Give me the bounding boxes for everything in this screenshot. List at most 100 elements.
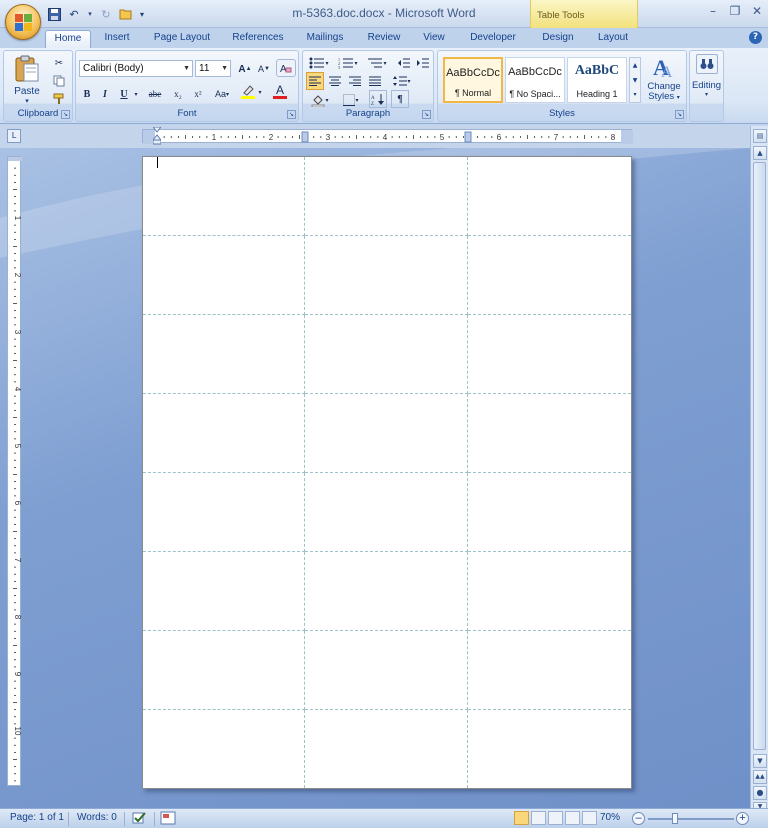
format-painter-icon[interactable] xyxy=(50,90,68,108)
table-cell[interactable] xyxy=(305,157,468,236)
proofing-icon[interactable] xyxy=(131,810,147,828)
copy-icon[interactable] xyxy=(50,72,68,90)
table-cell[interactable] xyxy=(143,236,305,315)
table-cell[interactable] xyxy=(143,710,305,788)
bullets-icon[interactable]: ▾ xyxy=(306,54,332,72)
shrink-font-button[interactable]: A ▼ xyxy=(255,60,273,78)
restore-icon[interactable]: ❐ xyxy=(728,4,742,18)
full-screen-reading-view-icon[interactable] xyxy=(531,811,546,825)
tab-developer[interactable]: Developer xyxy=(462,30,524,48)
table-cell[interactable] xyxy=(305,631,468,710)
clipboard-launcher-icon[interactable]: ↘ xyxy=(61,110,70,119)
vertical-ruler[interactable]: 1 2 3 4 5 6 7 8 9 10 xyxy=(7,156,22,786)
italic-button[interactable]: I xyxy=(97,85,113,103)
styles-launcher-icon[interactable]: ↘ xyxy=(675,110,684,119)
table-cell[interactable] xyxy=(305,394,468,473)
show-formatting-icon[interactable]: ¶ xyxy=(391,90,409,108)
increase-indent-icon[interactable] xyxy=(414,54,432,72)
table-cell[interactable] xyxy=(305,315,468,394)
macro-record-icon[interactable] xyxy=(160,811,176,828)
close-icon[interactable]: ✕ xyxy=(750,4,764,18)
numbering-icon[interactable]: 1 2 3 ▾ xyxy=(335,54,361,72)
table-cell[interactable] xyxy=(143,552,305,631)
print-layout-view-icon[interactable] xyxy=(514,811,529,825)
previous-page-icon[interactable]: ▲▲ xyxy=(753,770,767,784)
align-center-icon[interactable] xyxy=(326,72,344,90)
zoom-in-icon[interactable]: + xyxy=(736,812,749,825)
grow-font-button[interactable]: A ▲ xyxy=(236,60,254,78)
scroll-thumb[interactable] xyxy=(753,162,766,750)
page-count[interactable]: Page: 1 of 1 xyxy=(10,812,64,823)
scroll-down-icon[interactable]: ▼ xyxy=(753,754,767,768)
indent-marker-icon[interactable] xyxy=(151,126,163,145)
line-spacing-icon[interactable]: ▾ xyxy=(389,72,415,90)
align-left-icon[interactable] xyxy=(306,72,324,90)
bold-button[interactable]: B xyxy=(79,85,95,103)
tab-review[interactable]: Review xyxy=(360,30,408,48)
table-cell[interactable] xyxy=(305,473,468,552)
style-heading-1[interactable]: AaBbC Heading 1 xyxy=(567,57,627,103)
table-cell[interactable] xyxy=(468,236,631,315)
table-cell[interactable] xyxy=(305,236,468,315)
editing-button[interactable]: Editing ▾ xyxy=(690,54,723,98)
table-cell[interactable] xyxy=(143,157,305,236)
tab-page-layout[interactable]: Page Layout xyxy=(146,30,218,48)
more-styles-icon[interactable]: ▾ xyxy=(630,88,640,101)
table-cell[interactable] xyxy=(468,631,631,710)
word-count[interactable]: Words: 0 xyxy=(77,812,117,823)
table-cell[interactable] xyxy=(143,315,305,394)
table-cell[interactable] xyxy=(143,631,305,710)
paragraph-launcher-icon[interactable]: ↘ xyxy=(422,110,431,119)
tab-view[interactable]: View xyxy=(414,30,454,48)
style-normal[interactable]: AaBbCcDc ¶ Normal xyxy=(443,57,503,103)
zoom-slider-thumb[interactable] xyxy=(672,813,678,824)
column-marker-icon[interactable] xyxy=(464,131,472,143)
table-cell[interactable] xyxy=(468,552,631,631)
column-marker-icon[interactable] xyxy=(301,131,309,143)
font-launcher-icon[interactable]: ↘ xyxy=(287,110,296,119)
document-page[interactable] xyxy=(142,156,632,789)
chevron-down-icon[interactable]: ▼ xyxy=(630,73,640,88)
align-right-icon[interactable] xyxy=(346,72,364,90)
change-case-button[interactable]: Aa ▾ xyxy=(210,85,234,103)
style-no-spacing[interactable]: AaBbCcDc ¶ No Spaci... xyxy=(505,57,565,103)
zoom-level[interactable]: 70% xyxy=(600,812,620,823)
highlight-color-button[interactable]: ▾ xyxy=(238,83,264,101)
tab-selector-icon[interactable]: L xyxy=(7,129,21,143)
tab-insert[interactable]: Insert xyxy=(96,30,138,48)
help-icon[interactable]: ? xyxy=(749,31,762,44)
zoom-slider-track[interactable] xyxy=(648,818,734,820)
browse-object-icon[interactable]: ● xyxy=(753,786,767,800)
tab-layout[interactable]: Layout xyxy=(588,30,638,48)
font-size-combo[interactable]: 11 ▼ xyxy=(195,60,231,77)
multilevel-list-icon[interactable]: ▾ xyxy=(364,54,390,72)
table-cell[interactable] xyxy=(468,315,631,394)
tab-home[interactable]: Home xyxy=(45,30,91,48)
tab-references[interactable]: References xyxy=(226,30,290,48)
justify-icon[interactable] xyxy=(366,72,384,90)
outline-view-icon[interactable] xyxy=(565,811,580,825)
draft-view-icon[interactable] xyxy=(582,811,597,825)
sort-icon[interactable]: AZ xyxy=(369,90,387,108)
web-layout-view-icon[interactable] xyxy=(548,811,563,825)
table-cell[interactable] xyxy=(305,710,468,788)
chevron-up-icon[interactable]: ▲ xyxy=(630,58,640,73)
zoom-out-icon[interactable]: – xyxy=(632,812,645,825)
office-button[interactable] xyxy=(5,4,41,40)
horizontal-ruler[interactable]: 1 2 3 4 5 6 7 8 xyxy=(142,129,633,144)
table-cell[interactable] xyxy=(468,157,631,236)
subscript-button[interactable]: x₂ xyxy=(169,85,187,103)
font-color-button[interactable]: A xyxy=(267,83,293,101)
table-cell[interactable] xyxy=(468,710,631,788)
tab-design[interactable]: Design xyxy=(532,30,584,48)
tab-mailings[interactable]: Mailings xyxy=(298,30,352,48)
minimize-icon[interactable]: – xyxy=(706,4,720,18)
table-cell[interactable] xyxy=(468,394,631,473)
vertical-scrollbar[interactable]: ▤ ▲ ▼ ▲▲ ● ▼ xyxy=(750,126,768,812)
clear-formatting-icon[interactable]: A xyxy=(276,59,296,77)
table-cell[interactable] xyxy=(468,473,631,552)
change-styles-button[interactable]: A A Change Styles ▾ xyxy=(643,53,685,109)
strikethrough-button[interactable]: abe xyxy=(144,85,166,103)
superscript-button[interactable]: x² xyxy=(189,85,207,103)
table-cell[interactable] xyxy=(143,473,305,552)
